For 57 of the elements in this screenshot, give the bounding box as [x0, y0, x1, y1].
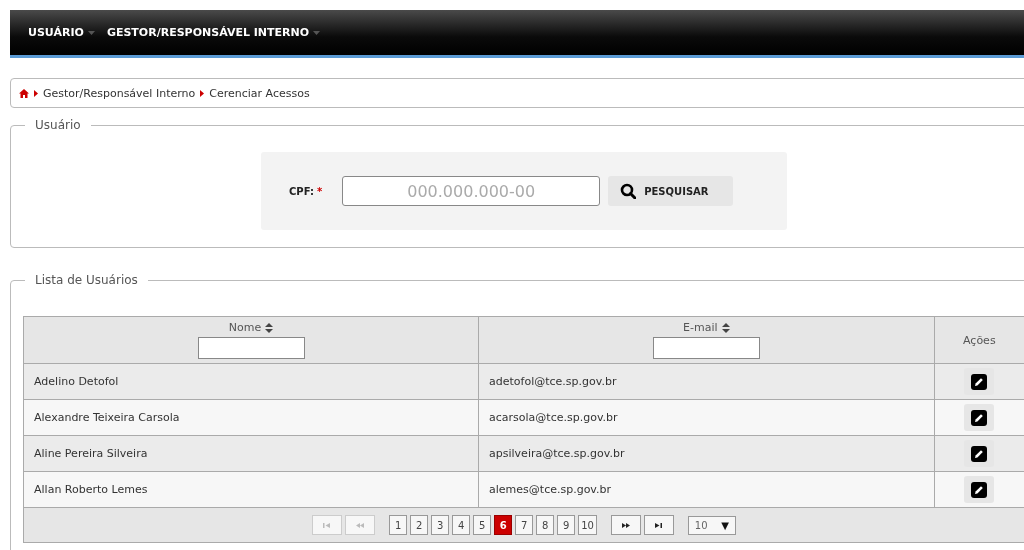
table-cell: apsilveira@tce.sp.gov.br [478, 435, 935, 472]
pencil-icon [971, 445, 988, 462]
page-button[interactable]: 3 [431, 515, 450, 535]
page-button[interactable]: 5 [473, 515, 492, 535]
first-page-icon [322, 520, 333, 530]
nav-menu-item[interactable]: GESTOR/RESPONSÁVEL INTERNO [106, 22, 321, 43]
page-button[interactable]: 10 [578, 515, 597, 535]
pencil-icon [971, 373, 988, 390]
breadcrumb-link[interactable]: Gestor/Responsável Interno [43, 86, 196, 100]
page-button[interactable]: 1 [389, 515, 408, 535]
caret-down-icon [87, 30, 95, 35]
edit-button[interactable] [964, 476, 995, 503]
sort-icon [265, 322, 274, 333]
edit-button[interactable] [964, 404, 995, 431]
caret-right-icon [200, 89, 205, 97]
next-page-button[interactable] [610, 515, 641, 535]
cpf-label: CPF: * [289, 185, 323, 197]
edit-button[interactable] [964, 440, 995, 467]
nav-menu-item[interactable]: USUÁRIO [28, 22, 95, 43]
table-cell: alemes@tce.sp.gov.br [478, 471, 935, 508]
last-page-icon [653, 520, 664, 530]
caret-right-icon [34, 89, 38, 97]
search-icon [620, 183, 637, 199]
search-button[interactable]: PESQUISAR [608, 176, 734, 206]
table-cell: Adelino Detofol [23, 363, 479, 400]
column-header[interactable]: E-mail [478, 316, 935, 364]
page-button[interactable]: 2 [410, 515, 429, 535]
table-cell: Aline Pereira Silveira [23, 435, 479, 472]
cpf-input-field[interactable]: 000.000.000-00 [342, 176, 601, 206]
breadcrumb-link[interactable]: Cerenciar Acessos [209, 86, 310, 100]
section-legend: Lista de Usuários [25, 273, 148, 287]
page-button[interactable]: 9 [557, 515, 576, 535]
table-cell: Alexandre Teixeira Carsola [23, 399, 479, 436]
pencil-icon [971, 481, 988, 498]
section-legend: Usuário [25, 118, 91, 132]
page-button[interactable]: 4 [452, 515, 471, 535]
page-button[interactable]: 6 [494, 515, 513, 535]
column-title: Nome [228, 321, 262, 334]
edit-button[interactable] [964, 368, 995, 395]
previous-page-icon [355, 520, 366, 530]
page-button[interactable]: 8 [536, 515, 555, 535]
sort-icon [721, 322, 730, 333]
next-page-icon [620, 520, 631, 530]
pencil-icon [971, 409, 988, 426]
page-size-dropdown[interactable]: 10 ▼ [687, 515, 736, 535]
filter-input-field[interactable] [652, 337, 760, 359]
table-cell: Allan Roberto Lemes [23, 471, 479, 508]
caret-down-icon [313, 30, 321, 35]
table-cell: acarsola@tce.sp.gov.br [478, 399, 935, 436]
last-page-button[interactable] [643, 515, 674, 535]
column-title: E-mail [683, 321, 718, 334]
column-title: Ações [963, 333, 996, 347]
home-icon [19, 88, 29, 98]
filter-input-field[interactable] [197, 337, 305, 359]
page-button[interactable]: 7 [515, 515, 534, 535]
column-header[interactable]: Nome [23, 316, 479, 364]
table-cell: adetofol@tce.sp.gov.br [478, 363, 935, 400]
